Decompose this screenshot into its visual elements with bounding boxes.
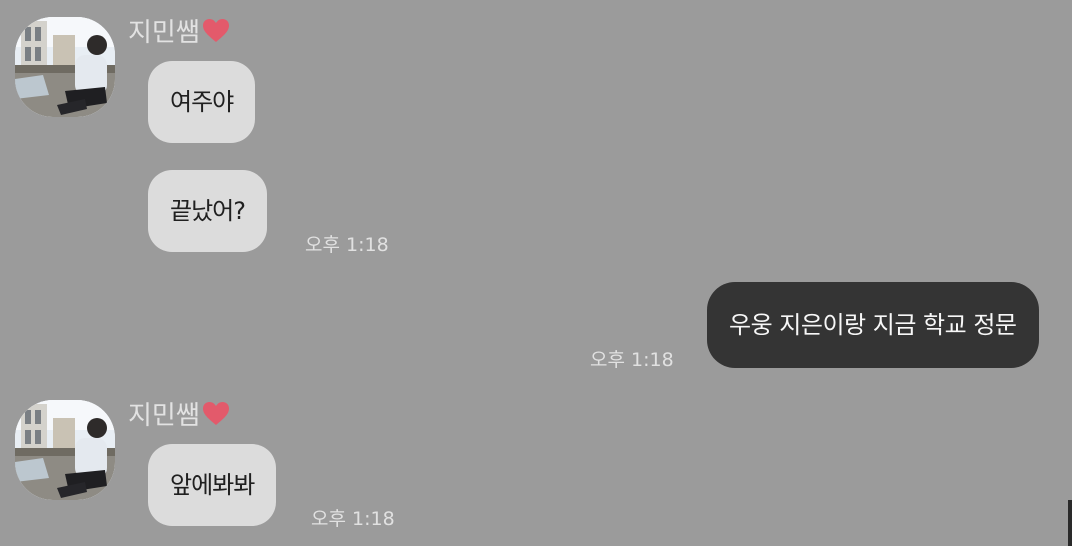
message-timestamp: 오후 1:18 (590, 349, 674, 371)
profile-photo-icon (15, 17, 115, 117)
sender-name: 지민쌤 (128, 401, 230, 431)
profile-avatar-2[interactable] (15, 400, 115, 500)
chat-view: 지민쌤 여주야 끝났어? 오후 1:18 우웅 지은이랑 지금 학교 정문 오후… (0, 0, 1072, 546)
message-bubble[interactable]: 끝났어? (148, 170, 267, 252)
message-timestamp: 오후 1:18 (311, 508, 395, 530)
scrollbar-thumb[interactable] (1068, 500, 1072, 546)
profile-photo-icon (15, 400, 115, 500)
profile-avatar-1[interactable] (15, 17, 115, 117)
message-bubble[interactable]: 우웅 지은이랑 지금 학교 정문 (707, 282, 1039, 368)
sender-name-text: 지민쌤 (128, 18, 200, 48)
message-bubble[interactable]: 여주야 (148, 61, 256, 143)
sender-name: 지민쌤 (128, 18, 230, 48)
message-bubble[interactable]: 앞에봐봐 (148, 444, 277, 526)
sender-name-text: 지민쌤 (128, 401, 200, 431)
heart-icon (202, 19, 229, 42)
heart-icon (202, 402, 229, 425)
message-timestamp: 오후 1:18 (305, 234, 389, 256)
